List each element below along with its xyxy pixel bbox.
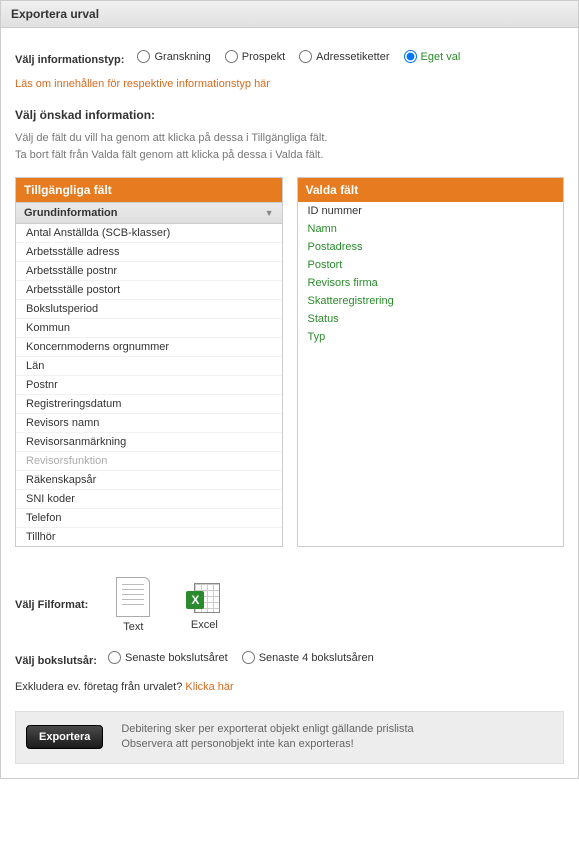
available-field-item[interactable]: Telefon [16,509,282,528]
exclude-text: Exkludera ev. företag från urvalet? [15,681,185,693]
text-file-icon [116,577,150,617]
selected-header: Valda fält [298,178,564,202]
selected-column: Valda fält ID nummerNamnPostadressPostor… [297,177,565,547]
export-button[interactable]: Exportera [26,725,103,749]
exclude-row: Exkludera ev. företag från urvalet? Klic… [15,681,564,693]
footer-text: Debitering sker per exporterat objekt en… [121,722,413,753]
format-excel-button[interactable]: X Excel [178,575,230,635]
bokslutsar-row: Välj bokslutsår: Senaste bokslutsåret Sen… [15,651,564,667]
info-type-option-adressetiketter[interactable]: Adressetiketter [299,50,389,63]
info-type-radio-egetval[interactable] [404,50,417,63]
info-type-option-label: Eget val [421,51,461,63]
selected-field-item: ID nummer [298,202,564,220]
info-type-label: Välj informationstyp: [15,54,124,66]
selected-body[interactable]: ID nummerNamnPostadressPostortRevisors f… [298,202,564,546]
info-type-radio-granskning[interactable] [137,50,150,63]
selected-field-item[interactable]: Typ [298,328,564,346]
available-field-item[interactable]: Registreringsdatum [16,395,282,414]
bokslutsar-option-label: Senaste bokslutsåret [125,652,228,664]
bokslutsar-radio-senaste4[interactable] [242,651,255,664]
format-text-label: Text [123,621,143,633]
available-field-item[interactable]: Arbetsställe postort [16,281,282,300]
file-format-row: Välj Filformat: Text X Excel [15,573,564,637]
bokslutsar-label: Välj bokslutsår: [15,655,97,667]
exclude-link[interactable]: Klicka här [185,681,233,693]
info-type-radio-adressetiketter[interactable] [299,50,312,63]
selected-field-item[interactable]: Namn [298,220,564,238]
info-type-help-link[interactable]: Läs om innehållen för respektive informa… [15,78,270,90]
group-header-label: Grundinformation [24,207,118,219]
available-field-item[interactable]: Revisorsanmärkning [16,433,282,452]
content: Välj informationstyp: Granskning Prospekt… [1,28,578,778]
footer-box: Exportera Debitering sker per exporterat… [15,711,564,764]
bokslutsar-option-senaste[interactable]: Senaste bokslutsåret [108,651,228,664]
page-title: Exportera urval [1,1,578,28]
available-field-item[interactable]: Antal Anställda (SCB-klasser) [16,224,282,243]
info-type-option-egetval[interactable]: Eget val [404,50,461,63]
available-header: Tillgängliga fält [16,178,282,202]
info-type-option-granskning[interactable]: Granskning [137,50,210,63]
available-field-item[interactable]: Arbetsställe adress [16,243,282,262]
selected-field-item[interactable]: Postadress [298,238,564,256]
info-type-option-label: Prospekt [242,51,285,63]
bokslutsar-option-senaste4[interactable]: Senaste 4 bokslutsåren [242,651,374,664]
field-columns: Tillgängliga fält Grundinformation ▼ Antal… [15,177,564,547]
available-field-item[interactable]: Revisors namn [16,414,282,433]
selected-field-item[interactable]: Skatteregistrering [298,292,564,310]
available-field-item[interactable]: Län [16,357,282,376]
info-type-option-label: Granskning [154,51,210,63]
available-field-item[interactable]: Tillhör [16,528,282,546]
field-select-help: Välj de fält du vill ha genom att klicka… [15,130,564,163]
available-field-item: Revisorsfunktion [16,452,282,471]
excel-icon: X [186,579,222,615]
info-type-option-label: Adressetiketter [316,51,389,63]
format-text-button[interactable]: Text [108,573,158,637]
available-field-item[interactable]: SNI koder [16,490,282,509]
chevron-down-icon: ▼ [265,208,274,218]
help-line-2: Ta bort fält från Valda fält genom att k… [15,147,564,164]
export-panel: Exportera urval Välj informationstyp: Gr… [0,0,579,779]
info-type-radio-prospekt[interactable] [225,50,238,63]
footer-line-2: Observera att personobjekt inte kan expo… [121,737,413,752]
bokslutsar-radio-senaste[interactable] [108,651,121,664]
selected-field-item[interactable]: Revisors firma [298,274,564,292]
available-column: Tillgängliga fält Grundinformation ▼ Antal… [15,177,283,547]
available-field-item[interactable]: Arbetsställe postnr [16,262,282,281]
info-type-row: Välj informationstyp: Granskning Prospekt… [15,50,564,66]
format-excel-label: Excel [191,619,218,631]
selected-field-item[interactable]: Status [298,310,564,328]
selected-field-item[interactable]: Postort [298,256,564,274]
available-field-item[interactable]: Bokslutsperiod [16,300,282,319]
available-field-item[interactable]: Postnr [16,376,282,395]
available-body[interactable]: Grundinformation ▼ Antal Anställda (SCB-kl… [16,202,282,546]
available-field-item[interactable]: Kommun [16,319,282,338]
bokslutsar-option-label: Senaste 4 bokslutsåren [259,652,374,664]
group-header[interactable]: Grundinformation ▼ [16,202,282,224]
help-line-1: Välj de fält du vill ha genom att klicka… [15,130,564,147]
info-type-option-prospekt[interactable]: Prospekt [225,50,285,63]
file-format-label: Välj Filformat: [15,599,88,611]
available-field-item[interactable]: Räkenskapsår [16,471,282,490]
available-field-item[interactable]: Koncernmoderns orgnummer [16,338,282,357]
field-select-title: Välj önskad information: [15,108,564,122]
footer-line-1: Debitering sker per exporterat objekt en… [121,722,413,737]
